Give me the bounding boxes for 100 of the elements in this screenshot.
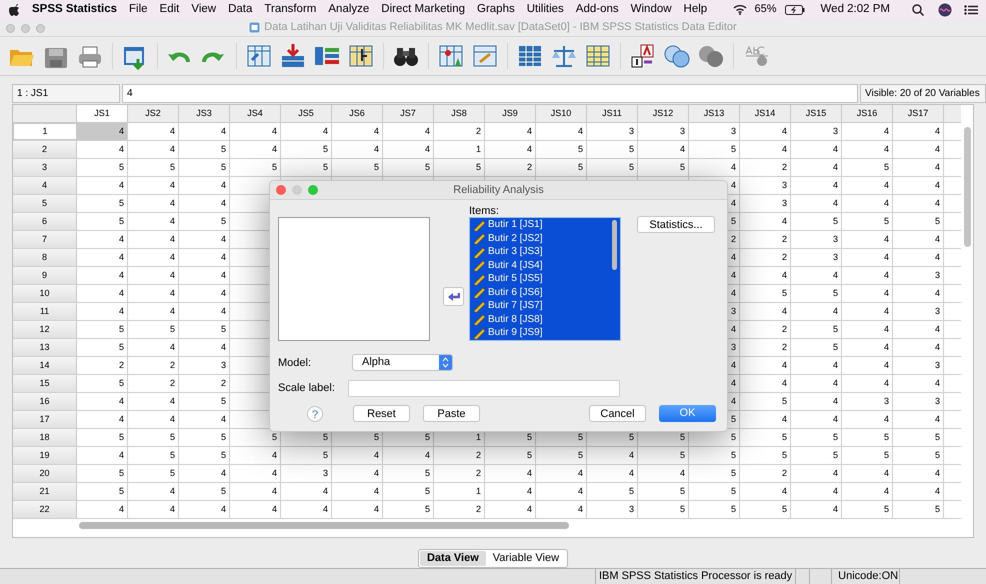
table-cell[interactable]: 5 [374,160,379,174]
table-cell[interactable]: 2 [476,124,481,138]
table-cell[interactable]: 3 [832,124,838,138]
table-cell[interactable]: 4 [884,322,889,336]
table-cell[interactable]: 4 [170,394,175,408]
menu-item[interactable]: Edit [160,0,180,18]
table-cell[interactable]: 1 [476,142,481,156]
menu-item[interactable]: Direct Marketing [381,0,466,18]
table-cell[interactable]: 4 [374,484,379,498]
table-cell[interactable]: 5 [884,448,889,462]
table-cell[interactable]: 4 [374,124,379,138]
table-cell[interactable]: 5 [934,430,940,444]
table-cell[interactable]: 5 [118,466,124,480]
table-cell[interactable]: 4 [832,304,838,318]
table-cell[interactable]: 4 [782,358,787,372]
table-cell[interactable]: 2 [476,466,481,480]
table-cell[interactable]: 4 [526,484,532,498]
table-cell[interactable]: 5 [170,466,175,480]
table-cell[interactable]: 4 [170,196,175,210]
table-cell[interactable]: 5 [118,160,124,174]
table-cell[interactable]: 4 [374,466,379,480]
table-cell[interactable]: 5 [730,412,736,426]
table-cell[interactable]: 4 [272,124,277,138]
table-cell[interactable]: 5 [118,196,124,210]
table-cell[interactable]: 5 [220,484,226,498]
table-cell[interactable]: 4 [220,268,226,282]
table-cell[interactable]: 4 [934,412,940,426]
table-cell[interactable]: 5 [730,430,736,444]
menu-item[interactable]: View [191,0,216,18]
row-header[interactable]: 4 [13,177,77,194]
table-cell[interactable]: 4 [424,124,430,138]
row-header[interactable]: 7 [13,231,77,248]
table-cell[interactable]: 5 [730,502,736,516]
table-cell[interactable]: 5 [118,484,124,498]
table-cell[interactable]: 4 [118,448,124,462]
table-cell[interactable]: 4 [272,502,277,516]
table-cell[interactable]: 4 [170,124,175,138]
table-cell[interactable]: 5 [170,160,175,174]
table-cell[interactable]: 5 [628,160,634,174]
table-cell[interactable]: 5 [424,502,430,516]
table-cell[interactable]: 5 [628,484,634,498]
table-cell[interactable]: 5 [220,214,226,228]
table-cell[interactable]: 5 [578,430,583,444]
column-header[interactable]: JS1 [77,105,128,122]
dialog-button[interactable]: Paste [423,405,480,422]
table-cell[interactable]: 4 [884,250,889,264]
table-cell[interactable]: 4 [374,448,379,462]
table-cell[interactable]: 4 [730,250,736,264]
table-cell[interactable]: 4 [730,286,736,300]
table-cell[interactable]: 4 [934,340,940,354]
table-cell[interactable]: 4 [934,286,940,300]
table-cell[interactable]: 5 [220,322,226,336]
table-cell[interactable]: 5 [934,214,940,228]
table-cell[interactable]: 4 [832,142,838,156]
table-cell[interactable]: 4 [272,142,277,156]
table-cell[interactable]: 3 [628,502,634,516]
row-header[interactable]: 14 [13,357,77,374]
menu-item[interactable]: Help [684,0,708,18]
table-cell[interactable]: 4 [934,124,940,138]
table-cell[interactable]: 4 [374,142,379,156]
table-cell[interactable]: 3 [782,178,787,192]
table-cell[interactable]: 5 [374,430,379,444]
table-cell[interactable]: 5 [832,430,838,444]
table-cell[interactable]: 4 [322,124,328,138]
table-cell[interactable]: 5 [118,430,124,444]
table-cell[interactable]: 3 [730,304,736,318]
table-cell[interactable]: 4 [884,286,889,300]
table-cell[interactable]: 4 [118,268,124,282]
row-header[interactable]: 16 [13,393,77,410]
table-cell[interactable]: 4 [884,466,889,480]
table-cell[interactable]: 4 [730,178,736,192]
table-cell[interactable]: 4 [526,142,532,156]
table-cell[interactable]: 4 [220,124,226,138]
menu-item[interactable]: File [129,0,148,18]
row-header[interactable]: 9 [13,267,77,284]
row-header[interactable]: 15 [13,375,77,392]
table-cell[interactable]: 4 [170,304,175,318]
table-cell[interactable]: 5 [884,502,889,516]
table-cell[interactable]: 4 [832,178,838,192]
table-cell[interactable]: 4 [730,268,736,282]
table-cell[interactable]: 4 [832,268,838,282]
table-cell[interactable]: 4 [782,412,787,426]
table-cell[interactable]: 4 [170,502,175,516]
row-header[interactable]: 10 [13,285,77,302]
table-cell[interactable]: 4 [118,412,124,426]
table-cell[interactable]: 4 [680,142,685,156]
table-cell[interactable]: 2 [782,340,787,354]
table-cell[interactable]: 5 [832,214,838,228]
table-cell[interactable]: 4 [832,358,838,372]
menu-item[interactable]: Add-ons [576,0,619,18]
table-cell[interactable]: 2 [118,358,124,372]
table-cell[interactable]: 3 [782,196,787,210]
table-cell[interactable]: 4 [832,412,838,426]
table-cell[interactable]: 4 [934,160,940,174]
table-cell[interactable]: 5 [322,142,328,156]
table-cell[interactable]: 5 [934,448,940,462]
table-cell[interactable]: 3 [832,250,838,264]
row-header[interactable]: 19 [13,447,77,464]
table-cell[interactable]: 2 [782,160,787,174]
model-dropdown[interactable]: Alpha [352,354,453,371]
